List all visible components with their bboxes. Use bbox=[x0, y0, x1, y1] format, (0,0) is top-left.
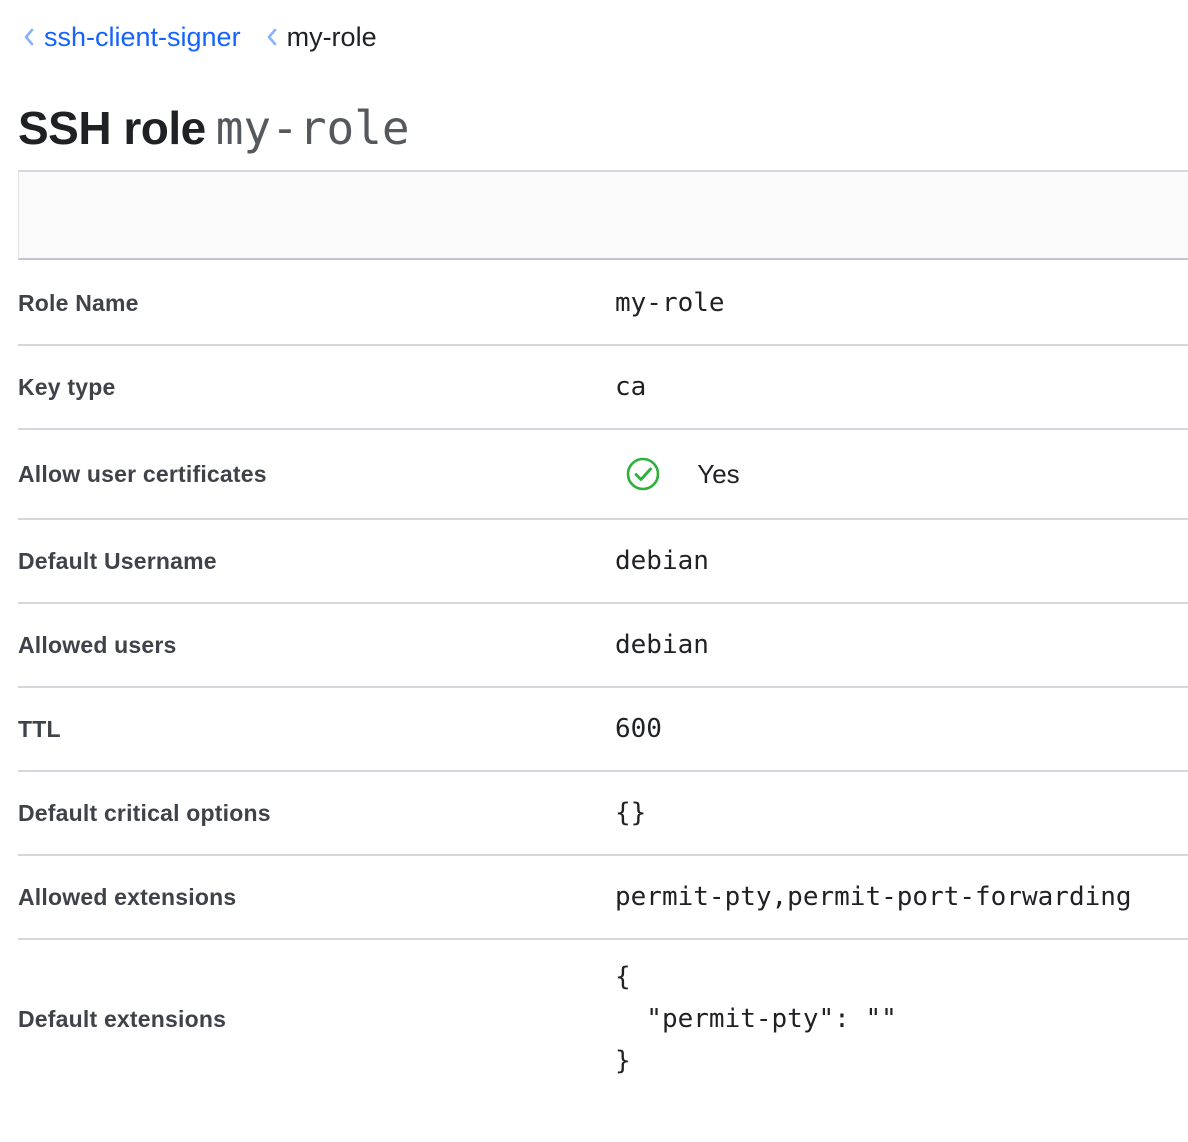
json-code-block: { "permit-pty": "" } bbox=[615, 962, 897, 1076]
breadcrumb-link-ssh-client-signer[interactable]: ssh-client-signer bbox=[44, 22, 241, 53]
detail-label: Key type bbox=[18, 373, 116, 400]
detail-label: Allow user certificates bbox=[18, 460, 267, 487]
page-title-role-name: my-role bbox=[215, 101, 410, 155]
detail-label: Role Name bbox=[18, 289, 139, 316]
breadcrumb-item-role: my-role bbox=[261, 22, 377, 53]
status-yes: Yes bbox=[615, 394, 1188, 554]
role-details-table: Role Name my-role Key type ca Allow user… bbox=[18, 262, 1188, 1098]
status-yes-label: Yes bbox=[697, 458, 740, 489]
toolbar bbox=[18, 170, 1188, 260]
detail-label: TTL bbox=[18, 715, 61, 742]
breadcrumb-item-backend: ssh-client-signer bbox=[18, 22, 241, 53]
detail-value: debian bbox=[615, 546, 709, 576]
detail-label: Default extensions bbox=[18, 1005, 227, 1032]
page-title-prefix: SSH role bbox=[18, 102, 206, 154]
detail-label: Allowed users bbox=[18, 631, 177, 658]
detail-value: { "permit-pty": "" } bbox=[615, 896, 1188, 1142]
detail-label: Default Username bbox=[18, 547, 217, 574]
detail-value: {} bbox=[615, 798, 647, 828]
chevron-left-icon bbox=[18, 28, 40, 46]
page-title: SSH role my-role bbox=[18, 96, 410, 160]
check-circle-icon bbox=[625, 394, 697, 554]
detail-row-allowed-users: Allowed users debian bbox=[18, 604, 1188, 688]
detail-value: my-role bbox=[615, 288, 725, 318]
chevron-left-icon bbox=[261, 28, 283, 46]
detail-value: debian bbox=[615, 630, 709, 660]
breadcrumb: ssh-client-signer my-role bbox=[18, 18, 377, 56]
detail-value: 600 bbox=[615, 714, 662, 744]
detail-label: Allowed extensions bbox=[18, 883, 237, 910]
detail-row-allow-user-certificates: Allow user certificates Yes bbox=[18, 430, 1188, 520]
breadcrumb-current-my-role: my-role bbox=[286, 21, 377, 52]
detail-row-default-critical-options: Default critical options {} bbox=[18, 772, 1188, 856]
detail-row-default-extensions: Default extensions { "permit-pty": "" } bbox=[18, 940, 1188, 1098]
detail-label: Default critical options bbox=[18, 799, 271, 826]
detail-row-ttl: TTL 600 bbox=[18, 688, 1188, 772]
